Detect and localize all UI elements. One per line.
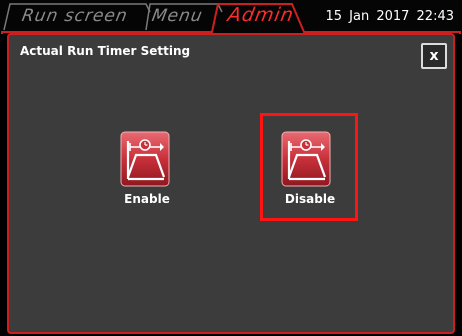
disable-option-button[interactable]: Disable [260, 113, 358, 221]
tab-admin[interactable]: Admin [226, 4, 296, 26]
tab-bar: Run screen Menu Admin 15 Jan 2017 22:43 [0, 0, 462, 34]
settings-panel: Actual Run Timer Setting x Enable Disabl… [7, 33, 455, 334]
enable-option-button[interactable]: Enable [99, 113, 195, 221]
close-button[interactable]: x [421, 43, 447, 69]
disable-label: Disable [284, 192, 336, 206]
run-timer-icon [281, 131, 331, 187]
panel-title: Actual Run Timer Setting [20, 44, 191, 58]
date-time-display: 15 Jan 2017 22:43 [325, 9, 454, 24]
enable-label: Enable [124, 192, 170, 206]
run-timer-icon [120, 131, 170, 187]
tab-menu[interactable]: Menu [150, 6, 204, 26]
tab-run-screen[interactable]: Run screen [20, 6, 129, 26]
touchscreen: Run screen Menu Admin 15 Jan 2017 22:43 … [0, 0, 462, 336]
